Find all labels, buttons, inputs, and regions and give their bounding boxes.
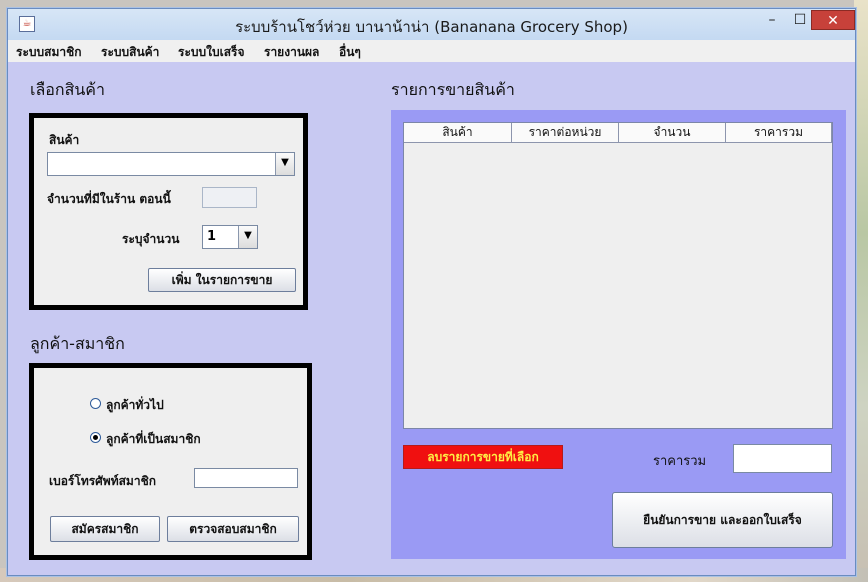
sales-panel: สินค้า ราคาต่อหน่วย จำนวน ราคารวม ลบรายก… bbox=[391, 110, 846, 559]
menu-receipts[interactable]: ระบบใบเสร็จ bbox=[178, 43, 245, 62]
register-member-button[interactable]: สมัครสมาชิก bbox=[50, 516, 160, 542]
maximize-button[interactable]: ☐ bbox=[787, 10, 813, 30]
main-content: เลือกสินค้า สินค้า ▼ จำนวนที่มีในร้าน ตอ… bbox=[8, 62, 855, 575]
desktop-background bbox=[854, 0, 868, 582]
chevron-down-icon[interactable]: ▼ bbox=[275, 153, 294, 175]
member-phone-label: เบอร์โทรศัพท์สมาชิก bbox=[49, 474, 156, 488]
title-bar[interactable]: ☕ ระบบร้านโชว์ห่วย บานาน้าน่า (Bananana … bbox=[8, 9, 855, 40]
menu-bar: ระบบสมาชิก ระบบสินค้า ระบบใบเสร็จ รายงาน… bbox=[8, 40, 855, 63]
quantity-combo[interactable]: 1 ▼ bbox=[202, 225, 258, 249]
menu-members[interactable]: ระบบสมาชิก bbox=[16, 43, 82, 62]
quantity-label: ระบุจำนวน bbox=[122, 232, 180, 246]
total-label: ราคารวม bbox=[653, 454, 707, 469]
delete-selected-button[interactable]: ลบรายการขายที่เลือก bbox=[403, 445, 563, 469]
customer-panel: ลูกค้าทั่วไป ลูกค้าที่เป็นสมาชิก เบอร์โท… bbox=[29, 363, 312, 560]
confirm-sale-button[interactable]: ยืนยันการขาย และออกใบเสร็จ bbox=[612, 492, 833, 548]
check-member-button[interactable]: ตรวจสอบสมาชิก bbox=[167, 516, 299, 542]
member-phone-input[interactable] bbox=[194, 468, 298, 488]
menu-others[interactable]: อื่นๆ bbox=[339, 43, 361, 62]
select-product-heading: เลือกสินค้า bbox=[30, 80, 105, 99]
radio-general-customer[interactable] bbox=[90, 398, 101, 409]
radio-member-customer[interactable] bbox=[90, 432, 101, 443]
sales-table[interactable]: สินค้า ราคาต่อหน่วย จำนวน ราคารวม bbox=[403, 122, 833, 429]
customer-heading: ลูกค้า-สมาชิก bbox=[30, 334, 125, 353]
column-header-quantity[interactable]: จำนวน bbox=[619, 123, 726, 143]
product-combo[interactable]: ▼ bbox=[47, 152, 295, 176]
radio-member-label[interactable]: ลูกค้าที่เป็นสมาชิก bbox=[106, 430, 201, 449]
column-header-product[interactable]: สินค้า bbox=[404, 123, 512, 143]
chevron-down-icon[interactable]: ▼ bbox=[238, 226, 257, 248]
window-title: ระบบร้านโชว์ห่วย บานาน้าน่า (Bananana Gr… bbox=[235, 18, 628, 36]
quantity-combo-value: 1 bbox=[207, 229, 217, 244]
menu-reports[interactable]: รายงานผล bbox=[264, 43, 319, 62]
stock-label: จำนวนที่มีในร้าน ตอนนี้ bbox=[47, 192, 171, 206]
add-to-sale-button[interactable]: เพิ่ม ในรายการขาย bbox=[148, 268, 296, 292]
menu-products[interactable]: ระบบสินค้า bbox=[101, 43, 159, 62]
stock-field bbox=[202, 187, 257, 208]
column-header-total[interactable]: ราคารวม bbox=[726, 123, 832, 143]
app-window: ☕ ระบบร้านโชว์ห่วย บานาน้าน่า (Bananana … bbox=[7, 8, 856, 576]
select-product-panel: สินค้า ▼ จำนวนที่มีในร้าน ตอนนี้ ระบุจำน… bbox=[29, 113, 308, 310]
close-button[interactable]: ✕ bbox=[811, 10, 855, 30]
sales-list-heading: รายการขายสินค้า bbox=[391, 80, 515, 99]
total-field bbox=[733, 444, 832, 473]
minimize-button[interactable]: – bbox=[759, 10, 785, 30]
column-header-unit-price[interactable]: ราคาต่อหน่วย bbox=[512, 123, 619, 143]
radio-general-label[interactable]: ลูกค้าทั่วไป bbox=[106, 396, 164, 415]
product-label: สินค้า bbox=[49, 133, 80, 147]
